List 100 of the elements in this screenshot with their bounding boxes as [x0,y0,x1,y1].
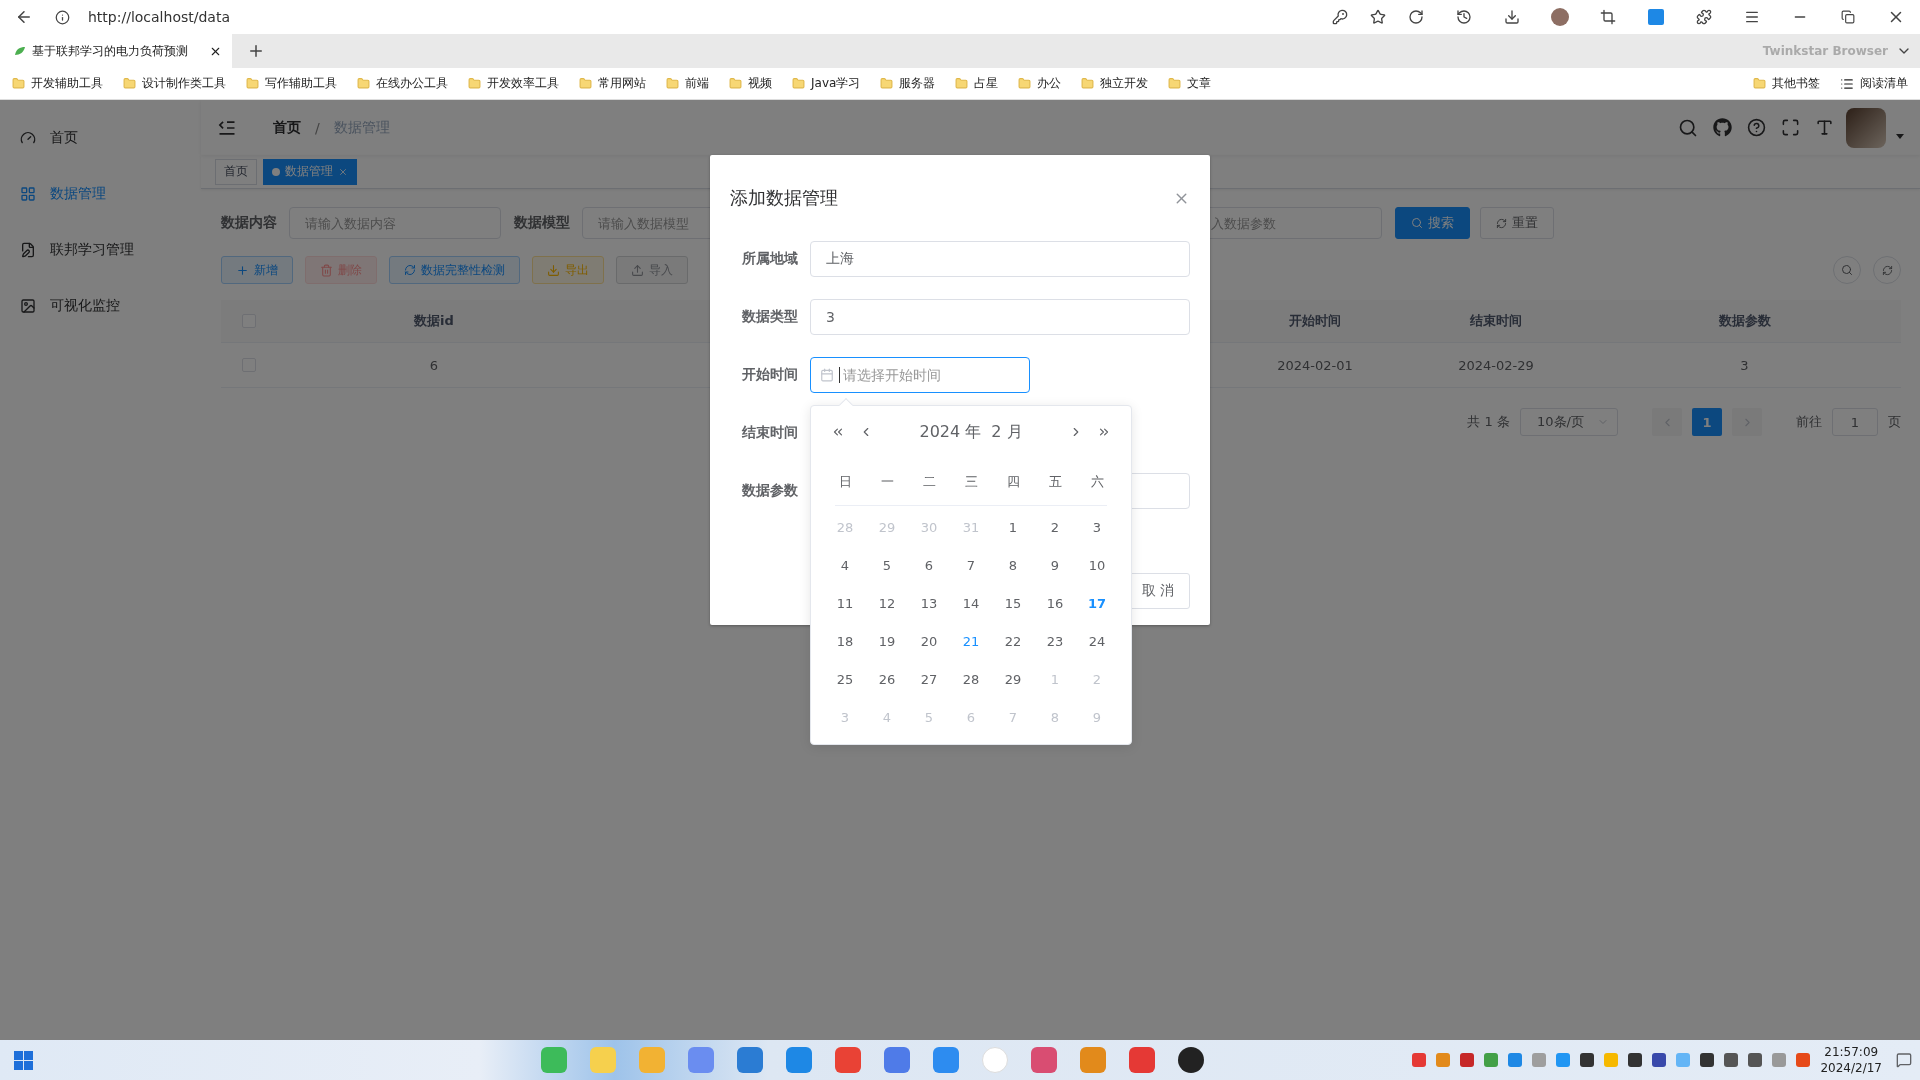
calendar-day[interactable]: 7 [950,546,992,584]
folder-icon [1081,77,1095,90]
calendar-day[interactable]: 11 [824,584,866,622]
folder-icon [729,77,742,90]
calendar-day[interactable]: 24 [1076,622,1118,660]
calendar-day[interactable]: 5 [866,546,908,584]
tray-icon[interactable] [1628,1053,1643,1067]
column-header: 结束时间 [1470,312,1522,330]
bookmark[interactable]: Java学习 [792,75,861,92]
calendar-icon [820,368,834,382]
gauge-icon [20,130,36,146]
address-bar[interactable]: http://localhost/data [88,9,1314,25]
calendar-day[interactable]: 6 [908,546,950,584]
refresh-icon [1881,264,1893,276]
windows-icon[interactable] [14,1050,33,1070]
bookmark[interactable]: 写作辅助工具 [246,75,337,92]
page-input[interactable]: 1 [1832,408,1878,436]
bookmark[interactable]: 文章 [1168,75,1212,92]
input-field[interactable]: 上海 [810,241,1190,277]
search-icon [1841,264,1853,276]
input-field[interactable]: 3 [810,299,1190,335]
folder-icon [666,77,679,90]
calendar-day[interactable]: 14 [950,584,992,622]
notification-icon[interactable] [1896,1052,1912,1068]
column-header: 开始时间 [1289,312,1341,330]
calendar-day[interactable]: 16 [1034,584,1076,622]
bookmark[interactable]: 在线办公工具 [357,75,448,92]
folder-icon [1753,77,1766,90]
sidebar-item[interactable]: 首页 [0,110,201,166]
browser-tab[interactable]: 基于联邦学习的电力负荷预测 [0,34,232,68]
bookmark[interactable]: 阅读清单 [1840,75,1908,92]
bookmark[interactable]: 独立开发 [1081,75,1149,92]
tray-icon[interactable] [1748,1053,1763,1067]
calendar-day[interactable]: 18 [824,622,866,660]
tray-icon[interactable] [1580,1053,1595,1067]
tray-icon[interactable] [1700,1053,1715,1067]
calendar-day[interactable]: 22 [992,622,1034,660]
month-label[interactable]: 2 月 [991,421,1023,443]
caret-icon[interactable] [1896,134,1904,139]
folder-icon [12,77,25,90]
reset-button[interactable]: 重置 [1480,207,1554,239]
field-label: 数据参数 [741,482,799,500]
calendar-day[interactable]: 1 [992,508,1034,546]
sidebar-item[interactable]: 联邦学习管理 [0,222,201,278]
bookmark[interactable]: 开发效率工具 [468,75,559,92]
grid-icon [20,186,36,202]
calendar-day[interactable]: 25 [824,660,866,698]
calendar-day[interactable]: 15 [992,584,1034,622]
next-year-icon[interactable] [1097,425,1111,439]
calendar-day[interactable]: 3 [1076,508,1118,546]
column-header: 数据参数 [1718,312,1771,330]
calendar-day[interactable]: 23 [1034,622,1076,660]
table-cell: 2024-02-29 [1458,357,1534,373]
calendar-day[interactable]: 13 [908,584,950,622]
total-count: 共 1 条 [1467,413,1510,431]
bookmark[interactable]: 前端 [666,75,709,92]
tray-icon[interactable] [1460,1053,1475,1067]
calendar-day[interactable]: 26 [866,660,908,698]
trash-icon [320,263,333,277]
calendar-day[interactable]: 27 [908,660,950,698]
avatar[interactable] [1846,107,1886,148]
tray-icon[interactable] [1724,1053,1739,1067]
calendar-day[interactable]: 2 [1034,508,1076,546]
folder-icon [792,77,805,90]
calendar-day[interactable]: 9 [1034,546,1076,584]
field-label: 所属地域 [741,250,799,268]
bookmark[interactable]: 视频 [729,75,772,92]
calendar-day[interactable]: 12 [866,584,908,622]
folder-icon [880,77,894,90]
tray-icon[interactable] [1652,1053,1667,1067]
refresh-icon [1496,217,1507,229]
date-field[interactable]: 请选择开始时间 [810,357,1030,393]
breadcrumb-separator: / [315,119,320,136]
sidebar-item[interactable]: 可视化监控 [0,278,201,334]
app-icon[interactable] [1178,1047,1205,1073]
page-unit: 页 [1888,413,1901,431]
browser-brand: Twinkstar Browser [1762,44,1888,58]
calendar-day[interactable]: 20 [908,622,950,660]
table-cell: 6 [429,357,439,373]
page-size-select[interactable]: 10条/页 [1520,408,1618,436]
calendar-day[interactable]: 4 [824,546,866,584]
calendar-day[interactable]: 19 [866,622,908,660]
bookmark[interactable]: 办公 [1018,75,1062,92]
bookmark[interactable]: 设计制作类工具 [123,75,226,92]
breadcrumb[interactable]: 首页 [273,118,301,137]
bookmark[interactable]: 开发辅助工具 [12,75,103,92]
calendar-day[interactable]: 21 [950,622,992,660]
bookmark[interactable]: 服务器 [880,75,936,92]
bookmark[interactable]: 其他书签 [1753,75,1820,92]
calendar-day[interactable]: 29 [992,660,1034,698]
bookmark[interactable]: 常用网站 [579,75,646,92]
prev-year-icon[interactable] [831,425,845,439]
download-icon [547,263,560,277]
plus-icon [236,263,249,277]
field-label: 结束时间 [741,424,799,442]
calendar-day[interactable]: 28 [950,660,992,698]
page-tab[interactable]: 首页 [215,158,257,185]
calendar-day[interactable]: 8 [992,546,1034,584]
year-label[interactable]: 2024 年 [919,421,982,443]
bookmark[interactable]: 占星 [955,75,999,92]
